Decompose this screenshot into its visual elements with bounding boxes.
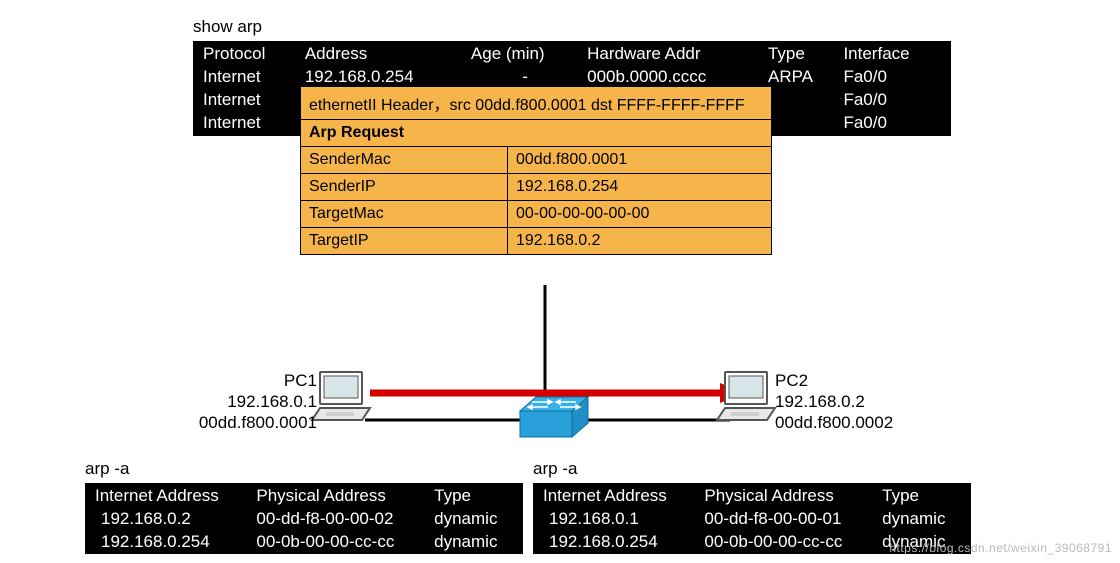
pc1-arp-table: Internet Address Physical Address Type 1… (85, 483, 523, 554)
col-age: Age (min) (469, 43, 585, 66)
col-interface: Interface (841, 43, 947, 66)
pc2-ip: 192.168.0.2 (775, 392, 865, 411)
pc1-mac: 00dd.f800.0001 (199, 413, 317, 432)
arp-packet-box: ethernetII Header，src 00dd.f800.0001 dst… (300, 86, 772, 255)
pc2-mac: 00dd.f800.0002 (775, 413, 893, 432)
pc1-arp-command: arp -a (85, 459, 129, 479)
field-key: TargetMac (301, 201, 508, 227)
col-hwaddr: Hardware Addr (585, 43, 766, 66)
pc1-ip: 192.168.0.1 (227, 392, 317, 411)
pc2-label: PC2 192.168.0.2 00dd.f800.0002 (775, 370, 893, 433)
field-key: SenderMac (301, 147, 508, 173)
watermark: https://blog.csdn.net/weixin_39068791 (889, 541, 1112, 555)
col-protocol: Protocol (197, 43, 303, 66)
field-key: TargetIP (301, 228, 508, 254)
col-type: Type (766, 43, 841, 66)
pc2-arp-command: arp -a (533, 459, 577, 479)
field-val: 00dd.f800.0001 (508, 147, 771, 173)
table-row: 192.168.0.254 00-0b-00-00-cc-cc dynamic (89, 531, 519, 554)
col-address: Address (303, 43, 469, 66)
router-command: show arp (193, 17, 262, 37)
field-val: 192.168.0.2 (508, 228, 771, 254)
arp-title: Arp Request (301, 120, 771, 146)
pc1-name: PC1 (284, 371, 317, 390)
field-val: 00-00-00-00-00-00 (508, 201, 771, 227)
field-key: SenderIP (301, 174, 508, 200)
table-row: 192.168.0.1 00-dd-f8-00-00-01 dynamic (537, 508, 967, 531)
pc2-name: PC2 (775, 371, 808, 390)
eth-header: ethernetII Header，src 00dd.f800.0001 dst… (301, 87, 771, 119)
pc1-label: PC1 192.168.0.1 00dd.f800.0001 (110, 370, 317, 433)
field-val: 192.168.0.254 (508, 174, 771, 200)
canvas: show arp Protocol Address Age (min) Hard… (0, 0, 1120, 563)
table-header-row: Internet Address Physical Address Type (89, 485, 519, 508)
table-row: 192.168.0.2 00-dd-f8-00-00-02 dynamic (89, 508, 519, 531)
table-header-row: Internet Address Physical Address Type (537, 485, 967, 508)
table-header-row: Protocol Address Age (min) Hardware Addr… (197, 43, 947, 66)
